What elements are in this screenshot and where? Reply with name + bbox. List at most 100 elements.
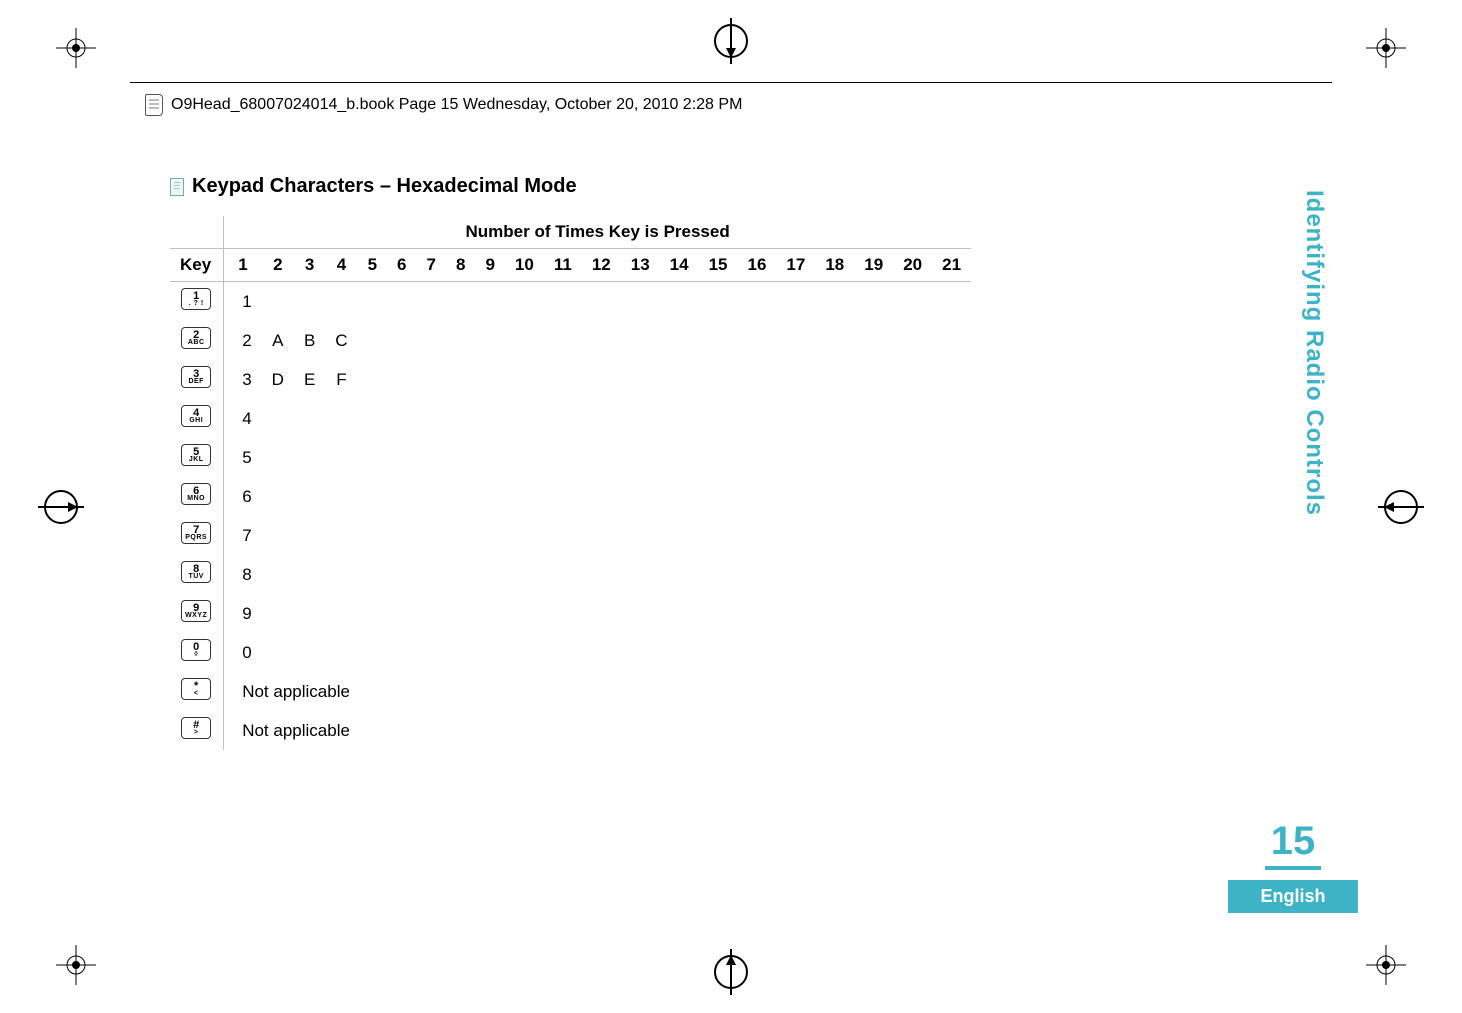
table-cell xyxy=(505,399,544,438)
table-cell xyxy=(387,321,416,360)
table-cell xyxy=(358,633,387,672)
table-cell xyxy=(582,633,621,672)
table-cell-full: Not applicable xyxy=(224,672,971,711)
table-cell xyxy=(582,282,621,322)
keycap-icon: 3DEF xyxy=(181,366,211,388)
crop-arrow-icon xyxy=(38,484,84,530)
table-cell xyxy=(325,438,357,477)
table-cell xyxy=(358,477,387,516)
table-cell xyxy=(544,516,582,555)
keycap-icon: 6MNO xyxy=(181,483,211,505)
table-cell xyxy=(582,477,621,516)
table-cell xyxy=(776,282,815,322)
table-cell xyxy=(262,477,294,516)
table-cell xyxy=(294,399,325,438)
table-cell xyxy=(582,399,621,438)
table-cell xyxy=(325,516,357,555)
table-cell xyxy=(699,321,738,360)
table-cell xyxy=(505,282,544,322)
crop-arrow-icon xyxy=(708,18,754,64)
keycap-cell: 1. ? ! xyxy=(170,282,224,322)
table-cell xyxy=(446,594,475,633)
table-cell: B xyxy=(294,321,325,360)
page-language: English xyxy=(1228,880,1358,913)
table-cell xyxy=(582,516,621,555)
table-cell xyxy=(815,516,854,555)
hex-characters-table: Number of Times Key is Pressed Key 12345… xyxy=(170,216,971,750)
table-cell xyxy=(544,438,582,477)
table-cell xyxy=(475,360,504,399)
table-cell xyxy=(475,438,504,477)
keycap-cell: 4GHI xyxy=(170,399,224,438)
table-cell xyxy=(505,594,544,633)
table-cell xyxy=(738,438,777,477)
table-cell: 5 xyxy=(224,438,262,477)
table-cell xyxy=(660,438,699,477)
table-cell xyxy=(621,282,660,322)
document-icon xyxy=(170,178,184,196)
table-cell xyxy=(854,321,893,360)
table-cell xyxy=(417,321,446,360)
table-cell xyxy=(325,399,357,438)
table-col-header: 14 xyxy=(660,249,699,282)
table-cell xyxy=(544,555,582,594)
keycap-icon: *< xyxy=(181,678,211,700)
table-cell xyxy=(294,555,325,594)
table-cell xyxy=(776,360,815,399)
table-cell xyxy=(358,321,387,360)
table-cell xyxy=(854,594,893,633)
table-cell xyxy=(660,516,699,555)
table-col-header: 7 xyxy=(417,249,446,282)
table-cell xyxy=(854,555,893,594)
table-cell xyxy=(854,282,893,322)
table-cell xyxy=(932,477,971,516)
table-cell xyxy=(417,555,446,594)
table-cell xyxy=(893,360,932,399)
table-cell xyxy=(446,555,475,594)
table-cell xyxy=(387,477,416,516)
table-cell xyxy=(776,633,815,672)
table-cell xyxy=(932,438,971,477)
table-cell xyxy=(621,594,660,633)
table-row: 1. ? !1 xyxy=(170,282,971,322)
table-cell xyxy=(544,399,582,438)
table-cell xyxy=(475,399,504,438)
table-cell xyxy=(660,477,699,516)
table-cell xyxy=(417,282,446,322)
table-cell xyxy=(294,594,325,633)
table-key-header: Key xyxy=(170,249,224,282)
table-cell xyxy=(854,360,893,399)
table-col-header: 11 xyxy=(544,249,582,282)
table-row: #>Not applicable xyxy=(170,711,971,750)
table-cell xyxy=(815,360,854,399)
table-col-header: 5 xyxy=(358,249,387,282)
table-cell xyxy=(294,438,325,477)
table-col-header: 18 xyxy=(815,249,854,282)
table-row: 2ABC2ABC xyxy=(170,321,971,360)
table-cell xyxy=(325,477,357,516)
table-cell xyxy=(660,633,699,672)
table-cell xyxy=(387,399,416,438)
table-cell: 9 xyxy=(224,594,262,633)
table-cell xyxy=(660,399,699,438)
table-cell: E xyxy=(294,360,325,399)
table-cell: 2 xyxy=(224,321,262,360)
table-cell xyxy=(815,477,854,516)
table-cell xyxy=(660,282,699,322)
keycap-icon: 9WXYZ xyxy=(181,600,211,622)
table-cell xyxy=(854,477,893,516)
table-group-header: Number of Times Key is Pressed xyxy=(224,216,971,249)
keycap-icon: 8TUV xyxy=(181,561,211,583)
table-cell xyxy=(358,555,387,594)
table-cell xyxy=(446,399,475,438)
table-cell xyxy=(815,633,854,672)
table-cell xyxy=(505,477,544,516)
table-cell xyxy=(660,360,699,399)
table-cell xyxy=(358,360,387,399)
table-cell xyxy=(358,282,387,322)
table-cell xyxy=(544,282,582,322)
table-cell xyxy=(475,516,504,555)
table-cell: C xyxy=(325,321,357,360)
registration-mark-icon xyxy=(1366,945,1406,985)
table-cell xyxy=(893,555,932,594)
